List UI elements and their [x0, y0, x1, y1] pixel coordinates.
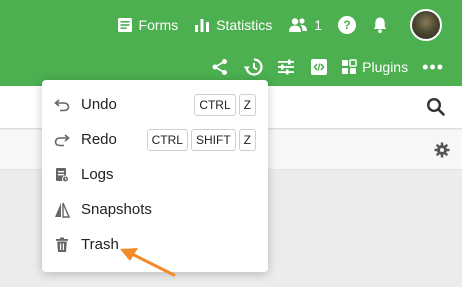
statistics-link[interactable]: Statistics — [194, 17, 272, 33]
key-ctrl: CTRL — [146, 128, 188, 151]
menu-item-label: Snapshots — [81, 201, 152, 218]
header-toolbar-row: Plugins ••• — [199, 55, 444, 79]
plugins-button[interactable]: Plugins — [341, 59, 408, 75]
plugins-label: Plugins — [362, 59, 409, 75]
users-count: 1 — [314, 17, 322, 33]
shortcut-keys: CTRL SHIFT Z — [144, 128, 256, 151]
forms-icon — [117, 18, 132, 32]
code-button[interactable] — [307, 55, 331, 79]
history-icon — [243, 58, 263, 76]
more-options-icon[interactable]: ••• — [422, 58, 444, 76]
help-button[interactable]: ? — [338, 16, 356, 34]
code-icon — [311, 59, 328, 75]
menu-item-redo[interactable]: Redo CTRL SHIFT Z — [42, 122, 268, 157]
annotation-arrow-icon — [120, 248, 176, 277]
key-shift: SHIFT — [190, 128, 236, 151]
statistics-label: Statistics — [216, 17, 273, 33]
app-header: Forms Statistics 1 ? Plugins ••• — [0, 0, 462, 86]
key-z: Z — [238, 128, 256, 151]
history-button[interactable] — [241, 55, 265, 79]
sliders-icon — [278, 59, 295, 75]
menu-item-label: Redo — [81, 131, 117, 148]
undo-icon — [54, 97, 70, 113]
share-button[interactable] — [208, 55, 232, 79]
users-indicator[interactable]: 1 — [288, 17, 322, 33]
forms-label: Forms — [138, 17, 179, 33]
help-icon: ? — [338, 16, 356, 34]
key-z: Z — [238, 93, 256, 116]
logs-icon — [54, 167, 70, 183]
bell-icon — [373, 17, 387, 33]
user-avatar[interactable] — [410, 9, 442, 41]
bar-chart-icon — [195, 19, 210, 32]
trash-icon — [54, 237, 70, 253]
gear-icon[interactable] — [434, 142, 450, 158]
menu-item-label: Undo — [81, 96, 117, 113]
key-ctrl: CTRL — [194, 93, 236, 116]
search-icon[interactable] — [426, 97, 446, 117]
menu-item-snapshots[interactable]: Snapshots — [42, 192, 268, 227]
menu-item-label: Logs — [81, 166, 114, 183]
settings-sliders-button[interactable] — [274, 55, 298, 79]
notifications-button[interactable] — [372, 16, 394, 34]
menu-item-logs[interactable]: Logs — [42, 157, 268, 192]
menu-item-undo[interactable]: Undo CTRL Z — [42, 87, 268, 122]
share-icon — [212, 59, 228, 75]
forms-link[interactable]: Forms — [117, 17, 179, 33]
plugins-icon — [342, 59, 357, 74]
shortcut-keys: CTRL Z — [191, 93, 256, 116]
header-top-row: Forms Statistics 1 ? — [101, 9, 442, 41]
snapshots-icon — [54, 202, 70, 218]
redo-icon — [54, 132, 70, 148]
users-icon — [289, 18, 308, 32]
